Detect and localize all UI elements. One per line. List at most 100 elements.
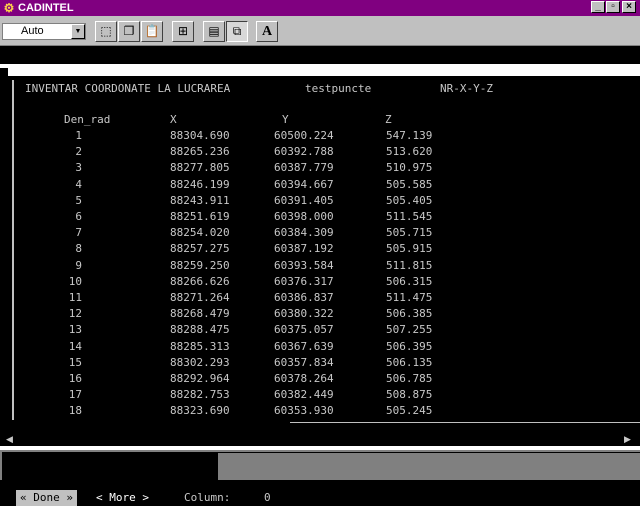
report-project: testpuncte — [305, 82, 372, 95]
cell-x: 88323.690 — [170, 404, 230, 417]
app-icon[interactable]: ⚙ — [2, 1, 16, 15]
font-icon: A — [261, 24, 273, 39]
cell-z: 510.975 — [386, 161, 433, 174]
cell-y: 60376.317 — [274, 275, 334, 288]
cell-y: 60384.309 — [274, 226, 334, 239]
cell-z: 505.715 — [386, 226, 433, 239]
cell-z: 511.815 — [386, 259, 433, 272]
row-number: 11 — [68, 291, 82, 304]
row-number: 18 — [68, 404, 82, 417]
cell-x: 88277.805 — [170, 161, 230, 174]
cell-y: 60391.405 — [274, 194, 334, 207]
paste-button[interactable]: 📋 — [141, 21, 163, 42]
cell-x: 88265.236 — [170, 145, 230, 158]
cell-y: 60378.264 — [274, 372, 334, 385]
menu-strip — [0, 64, 640, 76]
cell-y: 60387.192 — [274, 242, 334, 255]
report-format: NR-X-Y-Z — [440, 82, 493, 95]
cell-y: 60398.000 — [274, 210, 334, 223]
column-header-den-rad: Den_rad — [64, 113, 111, 126]
cell-z: 506.385 — [386, 307, 433, 320]
column-value: 0 — [264, 491, 271, 504]
column-label: Column: — [184, 491, 231, 504]
cell-z: 511.545 — [386, 210, 433, 223]
cell-z: 511.475 — [386, 291, 433, 304]
cell-y: 60393.584 — [274, 259, 334, 272]
cell-y: 60386.837 — [274, 291, 334, 304]
row-number: 6 — [75, 210, 82, 223]
cell-y: 60392.788 — [274, 145, 334, 158]
background-button[interactable]: ⧉ — [226, 21, 248, 42]
row-number: 12 — [68, 307, 82, 320]
select-button[interactable]: ⬚ — [95, 21, 117, 42]
cell-z: 506.395 — [386, 340, 433, 353]
background-icon: ⧉ — [232, 24, 242, 38]
status-underline — [290, 422, 640, 423]
cell-y: 60380.322 — [274, 307, 334, 320]
cell-x: 88246.199 — [170, 178, 230, 191]
cell-x: 88266.626 — [170, 275, 230, 288]
cell-z: 547.139 — [386, 129, 433, 142]
font-button[interactable]: A — [256, 21, 278, 42]
cell-x: 88243.911 — [170, 194, 230, 207]
cell-y: 60382.449 — [274, 388, 334, 401]
cell-x: 88271.264 — [170, 291, 230, 304]
font-size-combo[interactable]: Auto ▼ — [2, 23, 86, 40]
horizontal-scrollbar[interactable]: ◀ ▶ — [0, 432, 640, 446]
cell-z: 505.405 — [386, 194, 433, 207]
row-number: 14 — [68, 340, 82, 353]
cell-x: 88268.479 — [170, 307, 230, 320]
copy-button[interactable]: ❐ — [118, 21, 140, 42]
cell-y: 60387.779 — [274, 161, 334, 174]
scroll-left-icon[interactable]: ◀ — [6, 433, 13, 445]
cell-x: 88292.964 — [170, 372, 230, 385]
font-size-value: Auto — [21, 25, 44, 37]
row-number: 1 — [75, 129, 82, 142]
cell-y: 60357.834 — [274, 356, 334, 369]
properties-button[interactable]: ▤ — [203, 21, 225, 42]
cell-x: 88304.690 — [170, 129, 230, 142]
window-title: CADINTEL — [18, 2, 74, 14]
cell-y: 60353.930 — [274, 404, 334, 417]
copy-icon: ❐ — [123, 24, 135, 38]
select-icon: ⬚ — [100, 24, 112, 38]
toolbar-gap — [0, 46, 640, 64]
cell-z: 513.620 — [386, 145, 433, 158]
cell-z: 505.585 — [386, 178, 433, 191]
cell-y: 60375.057 — [274, 323, 334, 336]
cell-z: 507.255 — [386, 323, 433, 336]
row-number: 9 — [75, 259, 82, 272]
fullscreen-icon: ⊞ — [177, 24, 189, 38]
column-header-x: X — [170, 113, 177, 126]
column-header-y: Y — [282, 113, 289, 126]
cell-z: 505.245 — [386, 404, 433, 417]
cell-x: 88254.020 — [170, 226, 230, 239]
close-button[interactable]: × — [622, 1, 636, 13]
maximize-button[interactable]: ▫ — [606, 1, 620, 13]
more-button[interactable]: < More > — [96, 490, 149, 506]
status-panel — [2, 452, 218, 480]
row-number: 15 — [68, 356, 82, 369]
chevron-down-icon[interactable]: ▼ — [71, 24, 85, 39]
status-divider — [218, 452, 640, 453]
terminal-screen[interactable]: INVENTAR COORDONATE LA LUCRAREA testpunc… — [0, 76, 640, 506]
cell-y: 60394.667 — [274, 178, 334, 191]
cell-x: 88282.753 — [170, 388, 230, 401]
properties-icon: ▤ — [208, 24, 220, 38]
cell-y: 60500.224 — [274, 129, 334, 142]
cell-z: 506.785 — [386, 372, 433, 385]
toolbar: Auto ▼ ⬚ ❐ 📋 ⊞ ▤ ⧉ A — [0, 16, 640, 46]
minimize-button[interactable]: _ — [591, 1, 605, 13]
row-number: 4 — [75, 178, 82, 191]
cell-x: 88285.313 — [170, 340, 230, 353]
paste-icon: 📋 — [144, 24, 160, 38]
title-bar: ⚙ CADINTEL _ ▫ × — [0, 0, 640, 16]
cell-z: 508.875 — [386, 388, 433, 401]
report-heading: INVENTAR COORDONATE LA LUCRAREA — [25, 82, 231, 95]
scroll-right-icon[interactable]: ▶ — [624, 433, 631, 445]
row-number: 13 — [68, 323, 82, 336]
fullscreen-button[interactable]: ⊞ — [172, 21, 194, 42]
done-button[interactable]: « Done » — [16, 490, 77, 506]
row-number: 10 — [68, 275, 82, 288]
frame-left — [12, 80, 14, 420]
